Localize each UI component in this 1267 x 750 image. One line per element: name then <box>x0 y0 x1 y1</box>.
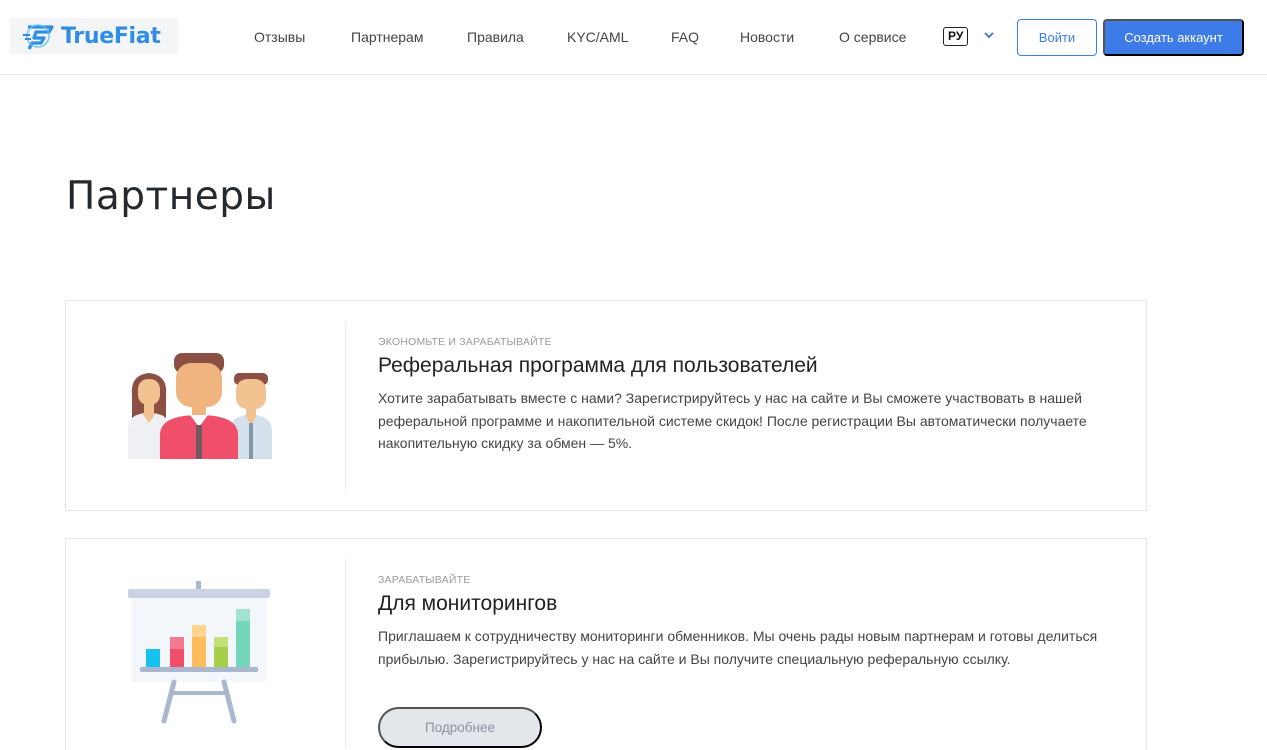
nav-about[interactable]: О сервисе <box>839 29 906 45</box>
site-header: TrueFiat Отзывы Партнерам Правила KYC/AM… <box>0 0 1267 75</box>
card-kicker: Зарабатывайте <box>378 574 471 586</box>
card-divider <box>345 321 346 490</box>
nav-rules[interactable]: Правила <box>467 29 524 45</box>
chevron-down-icon[interactable] <box>982 28 996 42</box>
logo-text: TrueFiat <box>61 23 161 49</box>
nav-reviews[interactable]: Отзывы <box>254 29 305 45</box>
card-title: Для мониторингов <box>378 592 558 615</box>
nav-partners[interactable]: Партнерам <box>351 29 423 45</box>
card-text: Хотите зарабатывать вместе с нами? Зарег… <box>378 390 1087 451</box>
people-group-icon <box>128 353 272 459</box>
card-text: Приглашаем к сотрудничеству мониторинги … <box>378 628 1098 667</box>
more-button[interactable]: Подробнее <box>378 707 542 748</box>
truefiat-logo-icon <box>23 24 54 50</box>
nav-news[interactable]: Новости <box>740 29 794 45</box>
referral-card: Экономьте и зарабатывайте Реферальная пр… <box>65 300 1147 511</box>
nav-kyc-aml[interactable]: KYC/AML <box>567 29 628 45</box>
card-title: Реферальная программа для пользователей <box>378 354 818 377</box>
language-selector[interactable]: РУ <box>943 27 969 46</box>
monitoring-card: Зарабатывайте Для мониторингов Приглашае… <box>65 538 1147 750</box>
nav-faq[interactable]: FAQ <box>671 29 699 45</box>
logo[interactable]: TrueFiat <box>10 18 178 54</box>
signup-button[interactable]: Создать аккаунт <box>1103 19 1244 56</box>
chart-board-icon <box>128 581 270 724</box>
card-divider <box>345 559 346 747</box>
login-button[interactable]: Войти <box>1017 19 1097 56</box>
page-title: Партнеры <box>66 174 276 219</box>
card-kicker: Экономьте и зарабатывайте <box>378 336 552 348</box>
